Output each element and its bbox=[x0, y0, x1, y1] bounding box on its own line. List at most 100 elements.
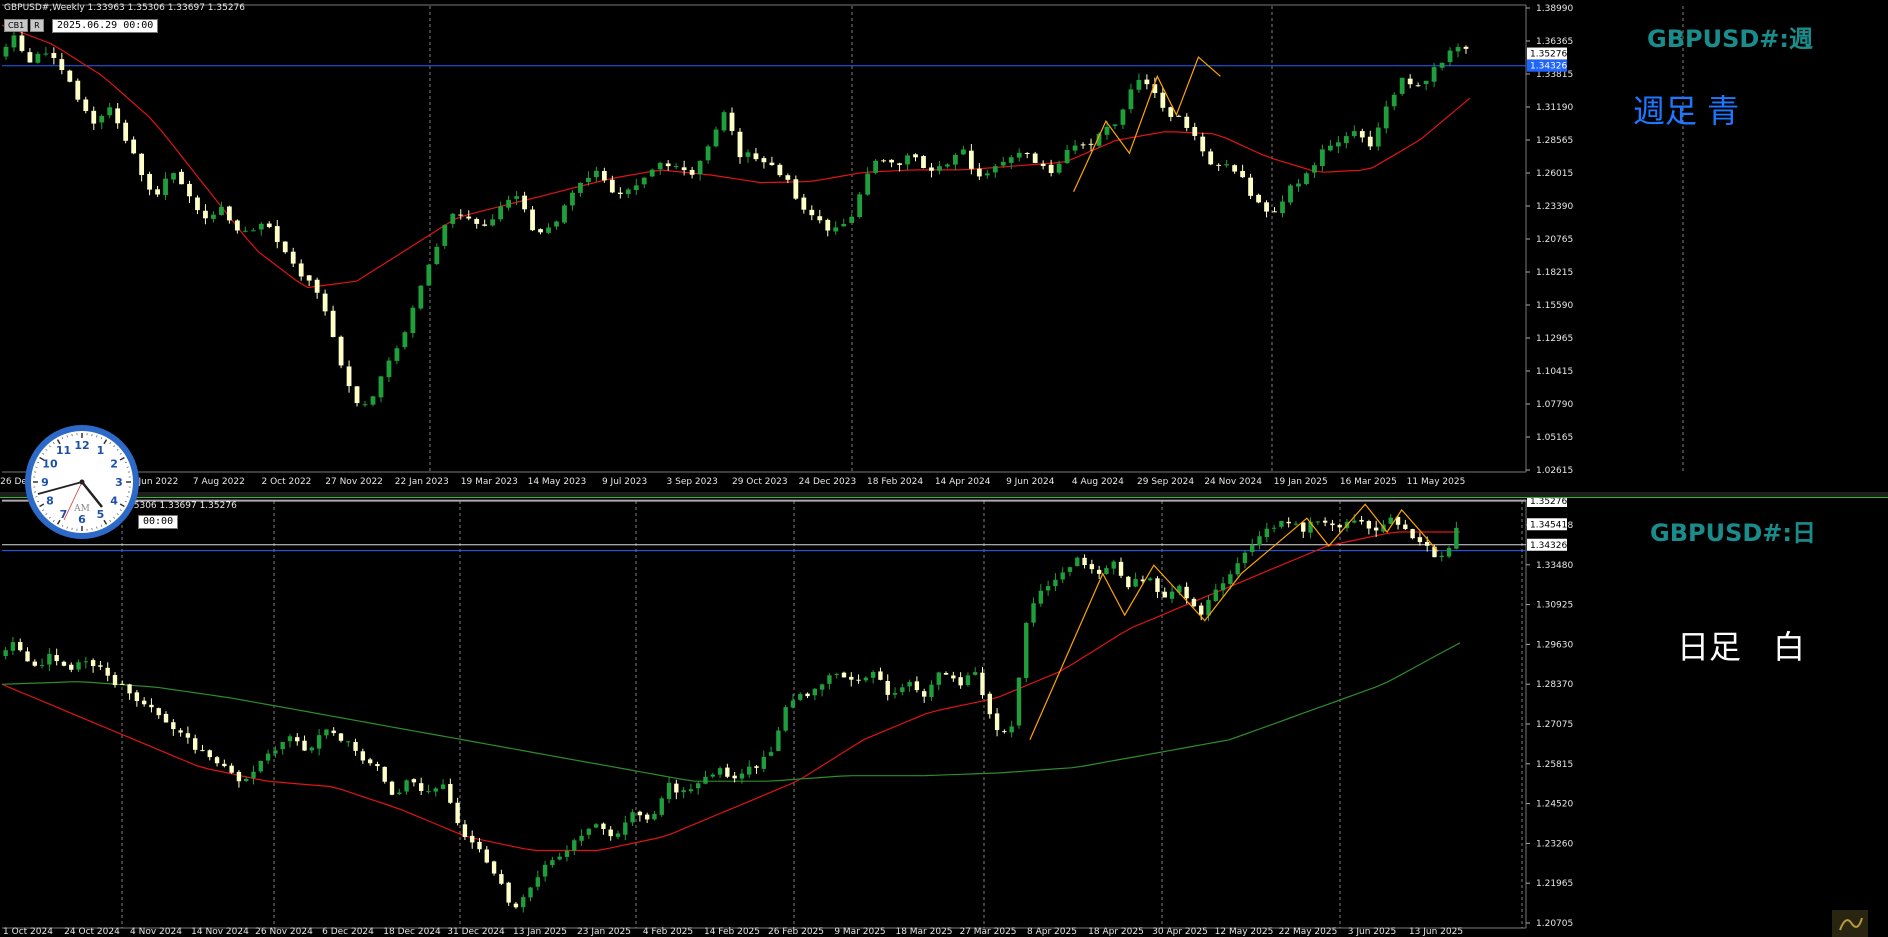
candle-body bbox=[601, 171, 607, 181]
daily-time-field[interactable]: 00:00 bbox=[138, 515, 179, 529]
cb1-button[interactable]: CB1 bbox=[4, 19, 29, 32]
candle-body bbox=[482, 224, 488, 226]
candle-body bbox=[330, 310, 336, 338]
candle-body bbox=[163, 178, 168, 196]
candle-body bbox=[265, 753, 271, 761]
candle-body bbox=[426, 264, 432, 286]
candle-body bbox=[1335, 142, 1341, 147]
candle-body bbox=[27, 52, 33, 63]
candle-body bbox=[572, 840, 577, 851]
candle-body bbox=[732, 775, 737, 779]
candle-body bbox=[354, 386, 360, 404]
candle-body bbox=[203, 210, 208, 219]
candle-body bbox=[761, 756, 766, 769]
candle-body bbox=[1120, 109, 1126, 125]
candle-body bbox=[10, 642, 16, 651]
candle-body bbox=[951, 675, 956, 679]
candle-body bbox=[805, 693, 810, 697]
price-axis-label: 1.36365 bbox=[1536, 37, 1573, 47]
time-axis-label: 8 Apr 2025 bbox=[1027, 927, 1077, 937]
candle-body bbox=[287, 736, 293, 742]
candle-body bbox=[185, 733, 191, 738]
candle-body bbox=[426, 791, 431, 793]
candle-body bbox=[1038, 590, 1044, 604]
candle-body bbox=[302, 740, 307, 751]
price-tag-label: 1.34326 bbox=[1530, 541, 1567, 551]
r-button[interactable]: R bbox=[30, 19, 44, 32]
candle-body bbox=[1301, 522, 1306, 532]
candle-body bbox=[490, 219, 496, 226]
candle-body bbox=[783, 707, 788, 731]
candle-body bbox=[889, 159, 894, 163]
candle-body bbox=[1293, 523, 1299, 525]
candle-body bbox=[833, 227, 839, 232]
candle-body bbox=[178, 730, 183, 733]
candle-body bbox=[1176, 115, 1182, 117]
candle-body bbox=[171, 722, 176, 730]
candle-body bbox=[1264, 202, 1269, 212]
candle-body bbox=[688, 789, 694, 792]
candle-body bbox=[641, 177, 647, 185]
candle-body bbox=[1075, 557, 1080, 567]
candle-body bbox=[513, 903, 519, 908]
time-axis-label: 2 Oct 2022 bbox=[262, 477, 312, 487]
candle-body bbox=[761, 158, 767, 163]
candle-body bbox=[1271, 527, 1277, 529]
time-axis-label: 29 Oct 2023 bbox=[732, 477, 788, 487]
candle-body bbox=[353, 742, 358, 751]
candle-body bbox=[1248, 177, 1253, 196]
candle-body bbox=[987, 693, 992, 715]
time-axis-label: 18 Mar 2025 bbox=[895, 927, 952, 937]
weekly-chart-canvas[interactable]: 1.389901.363651.338151.311901.285651.260… bbox=[0, 0, 1888, 492]
candle-body bbox=[498, 206, 504, 220]
candle-body bbox=[809, 209, 815, 216]
candle-body bbox=[338, 733, 344, 741]
time-axis-label: 18 Apr 2025 bbox=[1088, 927, 1144, 937]
weekly-time-field[interactable]: 2025.06.29 00:00 bbox=[52, 19, 159, 33]
time-axis-label: 3 Jun 2025 bbox=[1348, 927, 1396, 937]
candle-body bbox=[1024, 152, 1030, 154]
candle-body bbox=[615, 833, 621, 837]
candle-body bbox=[1296, 183, 1301, 187]
candle-body bbox=[827, 675, 832, 684]
candle-body bbox=[1045, 586, 1051, 591]
candle-body bbox=[1399, 77, 1405, 94]
candle-body bbox=[477, 841, 482, 850]
candle-body bbox=[244, 778, 249, 782]
daily-chart-pane[interactable]: 1.361181.334801.309251.296301.283701.270… bbox=[0, 498, 1888, 937]
time-axis-label: 9 Jul 2023 bbox=[602, 477, 647, 487]
clock-number: 4 bbox=[110, 495, 118, 508]
candle-body bbox=[59, 59, 65, 70]
candle-body bbox=[404, 780, 409, 792]
candle-body bbox=[817, 216, 823, 221]
candle-body bbox=[338, 336, 344, 366]
daily-chart-canvas[interactable]: 1.361181.334801.309251.296301.283701.270… bbox=[0, 498, 1888, 937]
candle-body bbox=[462, 824, 468, 837]
candle-body bbox=[579, 835, 584, 841]
candle-body bbox=[1048, 164, 1054, 174]
candle-body bbox=[1351, 131, 1357, 137]
price-axis-label: 1.29630 bbox=[1536, 640, 1573, 650]
analog-clock-widget[interactable]: 12 1234567891011AM bbox=[23, 423, 141, 541]
candle-body bbox=[1367, 136, 1373, 147]
candle-body bbox=[222, 763, 227, 767]
candle-body bbox=[127, 684, 132, 694]
clock-number: 1 bbox=[97, 444, 105, 457]
candle-body bbox=[881, 160, 886, 162]
candle-body bbox=[120, 683, 125, 685]
candle-body bbox=[362, 404, 368, 406]
candle-body bbox=[980, 672, 985, 695]
time-axis-label: 18 Dec 2024 bbox=[383, 927, 441, 937]
candle-body bbox=[474, 218, 480, 224]
candle-body bbox=[236, 771, 242, 782]
candle-body bbox=[1162, 591, 1167, 598]
weekly-chart-pane[interactable]: 1.38990 1.36365 1.33815 1.31190 1.28565 1.260… bbox=[0, 0, 1888, 492]
candle-body bbox=[458, 214, 464, 216]
candle-body bbox=[1232, 165, 1238, 172]
candle-body bbox=[992, 166, 998, 173]
candle-body bbox=[226, 206, 232, 221]
candle-body bbox=[1126, 576, 1131, 588]
candle-body bbox=[747, 766, 752, 775]
candle-body bbox=[484, 849, 489, 863]
candle-body bbox=[506, 882, 511, 903]
